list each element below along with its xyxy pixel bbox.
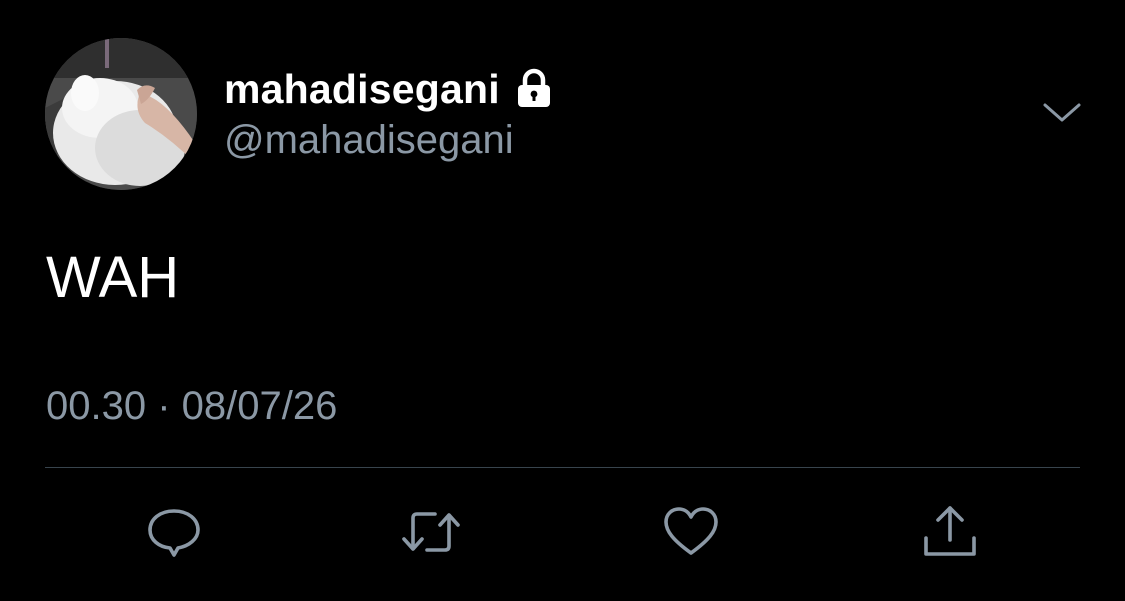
like-button[interactable]	[659, 500, 723, 564]
share-button[interactable]	[918, 500, 982, 564]
share-upload-icon	[924, 506, 976, 556]
comment-bubble-icon	[148, 509, 200, 557]
user-handle[interactable]: @mahadisegani	[224, 118, 514, 163]
tweet-container: mahadisegani @mahadisegani WAH 00.30 · 0…	[0, 0, 1125, 601]
retweet-arrows-icon	[402, 512, 460, 552]
divider	[45, 467, 1080, 468]
avatar-photo	[45, 38, 197, 190]
chevron-down-icon[interactable]	[1040, 96, 1084, 130]
retweet-button[interactable]	[399, 500, 463, 564]
display-name[interactable]: mahadisegani	[224, 66, 500, 113]
heart-icon	[664, 507, 718, 555]
avatar[interactable]	[45, 38, 197, 190]
name-row: mahadisegani	[224, 64, 554, 114]
reply-button[interactable]	[142, 500, 206, 564]
lock-icon	[514, 68, 554, 110]
tweet-timestamp[interactable]: 00.30 · 08/07/26	[46, 384, 337, 429]
tweet-text: WAH	[46, 245, 180, 310]
